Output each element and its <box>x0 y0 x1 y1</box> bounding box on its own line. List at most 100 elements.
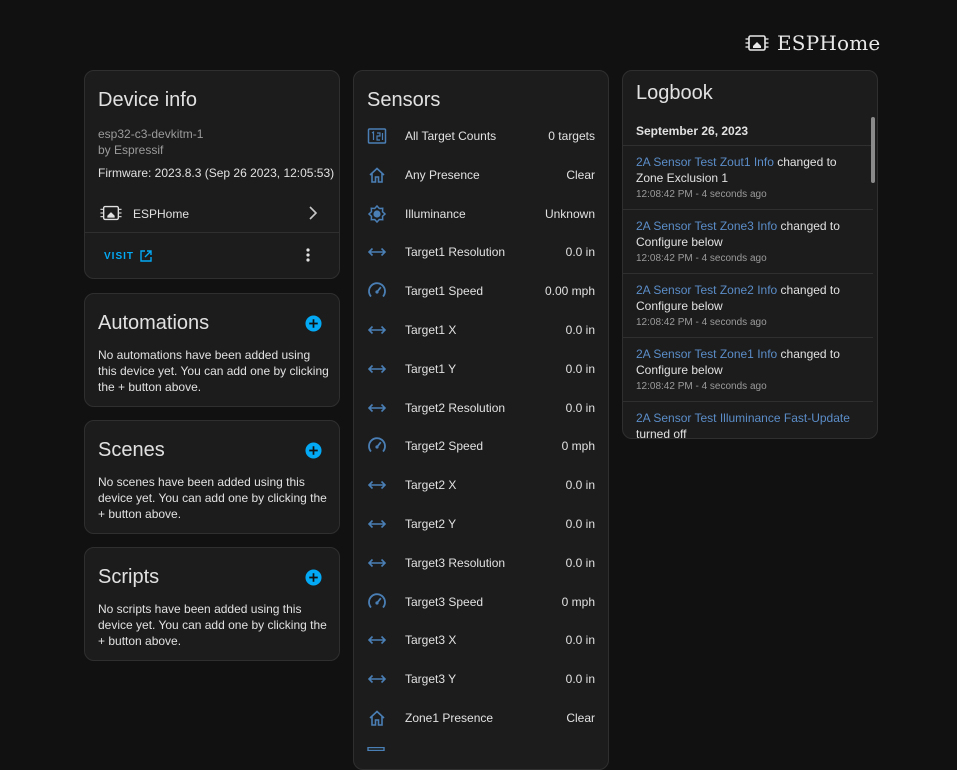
sensor-value: 0.0 in <box>565 323 595 337</box>
sensor-row[interactable]: All Target Counts 0 targets <box>354 117 608 155</box>
sensor-row[interactable]: Zone1 Presence Clear <box>354 699 608 737</box>
sensor-name: Target3 X <box>405 633 457 648</box>
add-scene-icon[interactable] <box>305 442 322 459</box>
logbook-card: Logbook September 26, 2023 2A Sensor Tes… <box>622 70 878 439</box>
sensor-row[interactable]: Target2 X 0.0 in <box>354 466 608 504</box>
scripts-title: Scripts <box>98 566 160 588</box>
logbook-entry-time: 12:08:42 PM - 4 seconds ago <box>636 189 767 200</box>
visit-button[interactable]: VISIT <box>104 250 152 262</box>
logbook-entity-link[interactable]: 2A Sensor Test Zone2 Info <box>636 283 777 297</box>
device-model: esp32-c3-devkitm-1 <box>98 127 204 141</box>
automations-card: Automations No automations have been add… <box>84 293 340 407</box>
sensor-value: 0.0 in <box>565 517 595 531</box>
logbook-scrollbar[interactable] <box>871 117 875 183</box>
sensor-row[interactable]: Target3 Speed 0 mph <box>354 583 608 621</box>
logbook-entity-link[interactable]: 2A Sensor Test Zone1 Info <box>636 347 777 361</box>
arrow-left-right-icon <box>367 675 387 684</box>
logbook-date: September 26, 2023 <box>636 124 749 138</box>
device-info-title: Device info <box>98 89 197 111</box>
sensor-name: Target2 Resolution <box>405 400 506 415</box>
counter-icon <box>367 128 387 144</box>
automations-description: No automations have been added using thi… <box>98 348 329 394</box>
sensor-name: Target2 Y <box>405 517 457 531</box>
home-icon <box>369 710 385 726</box>
esphome-logo-icon <box>745 35 769 51</box>
device-info-card: Device info esp32-c3-devkitm-1 by Espres… <box>84 70 340 279</box>
speedometer-icon <box>368 592 386 608</box>
sensor-name: Target1 Resolution <box>405 245 506 260</box>
esphome-brand: ESPHome <box>745 31 880 55</box>
sensor-row[interactable]: Target1 Speed 0.00 mph <box>354 272 608 310</box>
home-icon <box>369 167 385 183</box>
logbook-entry-time: 12:08:42 PM - 4 seconds ago <box>636 253 767 264</box>
logbook-entity-link[interactable]: 2A Sensor Test Illuminance Fast-Update <box>636 411 850 425</box>
logbook-entry-time: 12:08:42 PM - 4 seconds ago <box>636 381 767 392</box>
logbook-entry: 2A Sensor Test Zone1 Info changed to Con… <box>623 337 873 402</box>
esphome-integration-icon <box>100 205 122 221</box>
logbook-entity-link[interactable]: 2A Sensor Test Zone3 Info <box>636 219 777 233</box>
sensor-row[interactable]: Target1 Resolution 0.0 in <box>354 233 608 271</box>
sensor-row[interactable]: Target2 Resolution 0.0 in <box>354 389 608 427</box>
sensor-name: All Target Counts <box>405 129 497 143</box>
add-automation-icon[interactable] <box>305 315 322 332</box>
sensor-value: 0.0 in <box>565 555 595 570</box>
scenes-card: Scenes No scenes have been added using t… <box>84 420 340 534</box>
sensor-value: 0.00 mph <box>544 284 595 299</box>
divider <box>85 232 339 233</box>
logbook-entry-text: 2A Sensor Test Zout1 Info changed to Zon… <box>636 154 864 186</box>
sensor-name: Target1 Y <box>405 361 457 376</box>
brand-name: ESPHome <box>777 31 881 55</box>
sensor-name: Zone1 Presence <box>405 711 494 725</box>
brightness-icon <box>367 204 387 223</box>
logbook-entry: 2A Sensor Test Illuminance Fast-Update t… <box>623 401 873 438</box>
logbook-entity-link[interactable]: 2A Sensor Test Zout1 Info <box>636 155 774 169</box>
sensors-title: Sensors <box>367 89 441 111</box>
sensor-row[interactable]: Target2 Speed 0 mph <box>354 427 608 465</box>
sensor-value: Clear <box>566 711 595 725</box>
sensor-row[interactable]: Target3 Y 0.0 in <box>354 660 608 698</box>
visit-label: VISIT <box>104 250 135 262</box>
sensor-name: Target2 X <box>405 478 457 493</box>
logbook-title: Logbook <box>636 82 713 104</box>
add-script-icon[interactable] <box>305 569 322 586</box>
open-in-new-icon <box>140 250 152 262</box>
arrow-left-right-icon <box>367 248 387 257</box>
logbook-entry: 2A Sensor Test Zone3 Info changed to Con… <box>623 209 873 274</box>
sensor-row[interactable]: Target2 Y 0.0 in <box>354 505 608 543</box>
sensor-value: 0 mph <box>561 439 595 454</box>
sensor-name: Target1 X <box>405 323 457 337</box>
sensor-value: 0.0 in <box>565 672 595 687</box>
sensor-name: Target3 Y <box>405 672 457 687</box>
sensor-value: 0 targets <box>548 129 595 143</box>
sensor-value: Unknown <box>544 206 595 221</box>
logbook-entry: 2A Sensor Test Zout1 Info changed to Zon… <box>623 145 873 210</box>
sensor-row[interactable]: Target1 X 0.0 in <box>354 311 608 349</box>
arrow-left-right-icon <box>367 403 387 412</box>
logbook-entry-time: 12:08:42 PM - 4 seconds ago <box>636 317 767 328</box>
sensors-card: Sensors All Target Counts 0 targets Any Pr… <box>353 70 609 770</box>
logbook-entry-text: 2A Sensor Test Zone2 Info changed to Con… <box>636 282 864 314</box>
sensor-value: Clear <box>566 167 595 182</box>
arrow-left-right-icon <box>367 636 387 645</box>
sensor-row[interactable]: Any Presence Clear <box>354 156 608 194</box>
integration-link[interactable]: ESPHome <box>85 197 339 231</box>
sensor-value: 0.0 in <box>565 478 595 493</box>
more-vert-icon[interactable] <box>305 247 311 263</box>
scenes-title: Scenes <box>98 439 165 461</box>
partial-sensor-icon <box>367 747 385 751</box>
sensor-value: 0.0 in <box>565 245 595 260</box>
sensor-row[interactable]: Illuminance Unknown <box>354 195 608 233</box>
logbook-entry-text: 2A Sensor Test Illuminance Fast-Update t… <box>636 410 864 438</box>
sensor-row[interactable]: Target3 Resolution 0.0 in <box>354 544 608 582</box>
sensor-value: 0 mph <box>561 594 595 609</box>
arrow-left-right-icon <box>367 519 387 529</box>
sensor-name: Target1 Speed <box>405 284 484 299</box>
logbook-entry-text: 2A Sensor Test Zone3 Info changed to Con… <box>636 218 864 250</box>
sensor-row[interactable]: Target1 Y 0.0 in <box>354 350 608 388</box>
sensor-row[interactable]: Target3 X 0.0 in <box>354 621 608 659</box>
sensor-value: 0.0 in <box>565 361 595 376</box>
speedometer-icon <box>368 437 386 453</box>
arrow-left-right-icon <box>367 558 387 567</box>
integration-label: ESPHome <box>133 207 190 221</box>
logbook-entry-text: 2A Sensor Test Zone1 Info changed to Con… <box>636 346 864 378</box>
